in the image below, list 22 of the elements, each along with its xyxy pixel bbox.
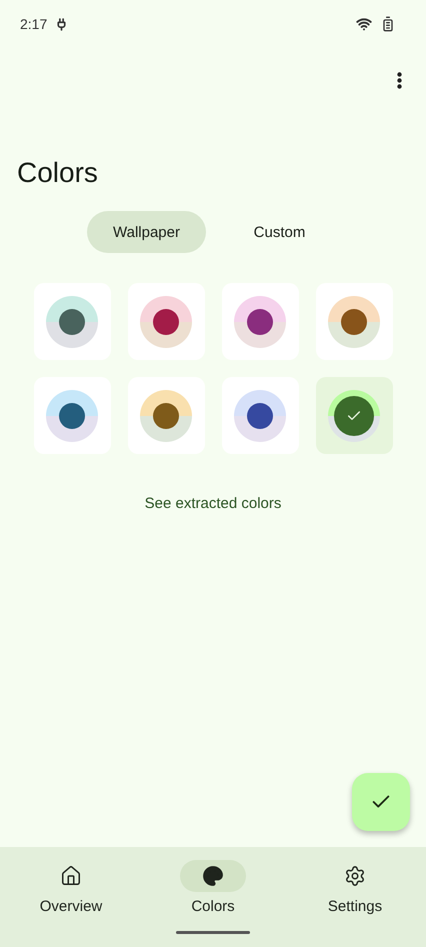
color-swatch[interactable]	[222, 283, 298, 360]
settings-icon	[344, 865, 366, 887]
color-swatch[interactable]	[316, 283, 392, 360]
wifi-icon	[356, 16, 372, 32]
color-swatch[interactable]	[222, 377, 298, 454]
page-title: Colors	[17, 157, 99, 189]
color-swatch[interactable]	[34, 377, 110, 454]
tab[interactable]: Wallpaper	[87, 211, 206, 253]
palette-icon	[202, 865, 224, 887]
status-time: 2:17	[20, 16, 48, 32]
more-icon	[397, 72, 402, 88]
color-swatch[interactable]	[128, 377, 204, 454]
extracted-colors-link[interactable]: See extracted colors	[138, 494, 288, 513]
nav-item[interactable]: Overview	[11, 860, 131, 915]
nav-item[interactable]: Settings	[295, 860, 415, 915]
home-icon	[60, 865, 82, 887]
nav-item[interactable]: Colors	[153, 860, 273, 915]
tab[interactable]: Custom	[220, 211, 339, 253]
color-swatch[interactable]	[128, 283, 204, 360]
plug-icon	[55, 18, 68, 30]
color-swatch[interactable]	[34, 283, 110, 360]
color-swatch[interactable]	[316, 377, 392, 454]
